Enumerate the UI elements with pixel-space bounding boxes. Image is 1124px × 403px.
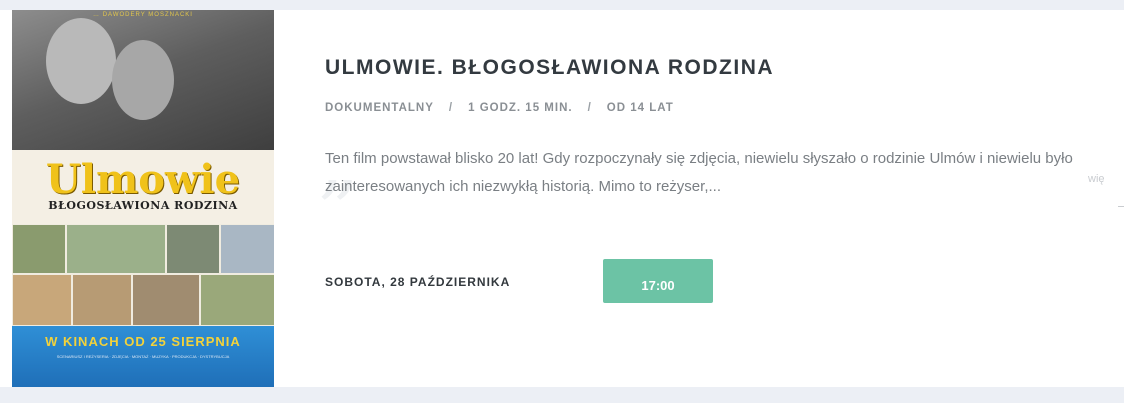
movie-genre: DOKUMENTALNY bbox=[325, 102, 434, 114]
movie-card: … DAWODERY MOSZNACKI Ulmowie BŁOGOSŁAWIO… bbox=[0, 10, 1124, 387]
movie-age-rating: OD 14 LAT bbox=[606, 102, 674, 114]
collage-photo bbox=[220, 224, 274, 274]
showtime-label: 17:00 bbox=[641, 277, 675, 293]
movie-meta: DOKUMENTALNY / 1 GODZ. 15 MIN. / OD 14 LAT bbox=[325, 102, 674, 114]
meta-separator: / bbox=[448, 102, 454, 114]
showtime-button-1700[interactable]: 17:00 bbox=[603, 259, 713, 303]
collage-photo bbox=[12, 274, 72, 326]
collage-photo bbox=[72, 274, 132, 326]
movie-poster[interactable]: … DAWODERY MOSZNACKI Ulmowie BŁOGOSŁAWIO… bbox=[12, 10, 274, 387]
faded-divider bbox=[1118, 206, 1124, 207]
collage-photo bbox=[66, 224, 166, 274]
meta-separator: / bbox=[587, 102, 592, 114]
showtime-date: SOBOTA, 28 PAŹDZIERNIKA bbox=[325, 275, 511, 289]
collage-photo bbox=[200, 274, 274, 326]
collage-photo bbox=[166, 224, 220, 274]
movie-duration: 1 GODZ. 15 MIN. bbox=[468, 102, 573, 114]
poster-woman-portrait bbox=[46, 18, 116, 104]
movie-description: Ten film powstawał blisko 20 lat! Gdy ro… bbox=[325, 150, 1073, 195]
poster-credits: SCENARIUSZ I REŻYSERIA · ZDJĘCIA · MONTA… bbox=[56, 354, 230, 359]
collage-photo bbox=[132, 274, 200, 326]
poster-photo-collage bbox=[12, 224, 274, 326]
movie-title[interactable]: ULMOWIE. BŁOGOSŁAWIONA RODZINA bbox=[325, 56, 774, 80]
poster-title: Ulmowie bbox=[45, 156, 241, 203]
collage-photo bbox=[12, 224, 66, 274]
more-link-faded[interactable]: wię bbox=[1088, 173, 1105, 185]
poster-release-date: W KINACH OD 25 SIERPNIA bbox=[45, 334, 241, 349]
poster-top-credit: … DAWODERY MOSZNACKI bbox=[93, 12, 193, 18]
poster-man-portrait bbox=[112, 40, 174, 120]
poster-subtitle: BŁOGOSŁAWIONA RODZINA bbox=[48, 199, 238, 212]
